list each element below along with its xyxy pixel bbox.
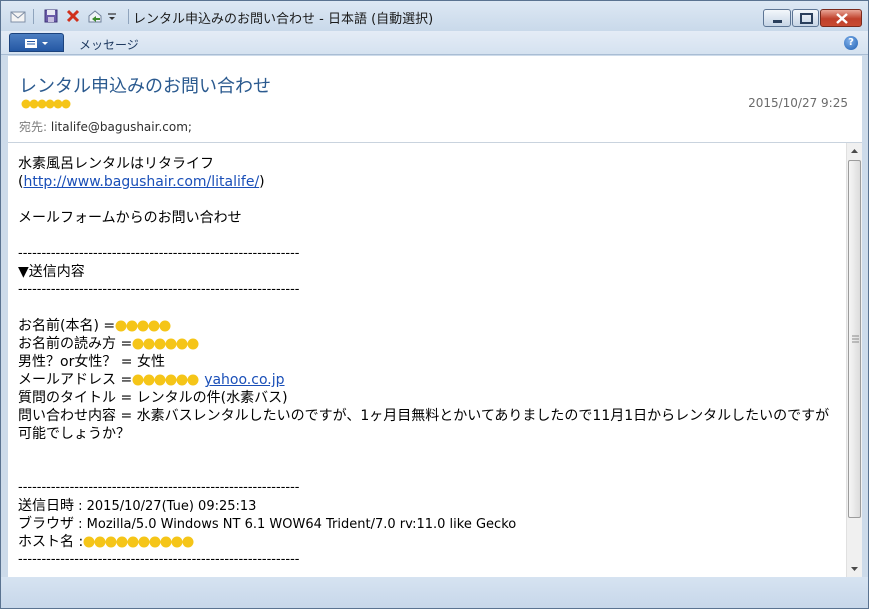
ribbon-bar: メッセージ ?: [1, 31, 868, 55]
separator-line: ----------------------------------------…: [18, 552, 300, 567]
sent-value: : 2015/10/27(Tue) 09:25:13: [74, 499, 257, 514]
title-bar: レンタル申込みのお問い合わせ - 日本語 (自動選択): [1, 1, 868, 31]
to-address[interactable]: litalife@bagushair.com;: [51, 120, 192, 134]
close-icon: [836, 13, 848, 24]
scroll-thumb[interactable]: [848, 160, 861, 518]
browser-label: ブラウザ: [18, 516, 74, 532]
maximize-button[interactable]: [792, 9, 819, 27]
toolbar-separator: [33, 9, 34, 24]
sent-line: 送信日時 : 2015/10/27(Tue) 09:25:13: [18, 497, 838, 515]
vertical-scrollbar[interactable]: [846, 143, 862, 577]
status-bar: [1, 577, 868, 608]
separator-line: ----------------------------------------…: [18, 246, 300, 261]
shop-name: 水素風呂レンタルはリタライフ: [18, 156, 214, 172]
paren-close: ): [259, 174, 265, 190]
email-link[interactable]: yahoo.co.jp: [204, 372, 284, 388]
menu-icon: [25, 39, 48, 48]
host-line: ホスト名 :: [18, 533, 838, 551]
scroll-up-arrow-icon[interactable]: [847, 143, 862, 159]
minimize-icon: [773, 20, 782, 23]
email-mosaic: [132, 374, 199, 386]
section-title: ▼送信内容: [18, 264, 85, 280]
message-header: レンタル申込みのお問い合わせ 2015/10/27 9:25 宛先: lital…: [8, 56, 862, 142]
to-label: 宛先:: [19, 120, 48, 134]
email-label: メールアドレス =: [18, 372, 133, 388]
message-body[interactable]: 水素風呂レンタルはリタライフ (http://www.bagushair.com…: [8, 143, 846, 577]
save-icon[interactable]: [43, 8, 59, 24]
browser-line: ブラウザ : Mozilla/5.0 Windows NT 6.1 WOW64 …: [18, 515, 838, 533]
mail-window: レンタル申込みのお問い合わせ - 日本語 (自動選択) メッセージ ? レンタル…: [0, 0, 869, 609]
message-subject: レンタル申込みのお問い合わせ: [19, 76, 271, 97]
email-line: メールアドレス = yahoo.co.jp: [18, 371, 838, 389]
reading-label: お名前の読み方 =: [18, 336, 133, 352]
reply-icon[interactable]: [87, 8, 103, 24]
close-button[interactable]: [820, 9, 862, 27]
browser-value: : Mozilla/5.0 Windows NT 6.1 WOW64 Tride…: [74, 517, 517, 532]
scroll-down-arrow-icon[interactable]: [847, 561, 862, 577]
subject-line: 質問のタイトル = レンタルの件(水素バス): [18, 390, 288, 406]
help-icon[interactable]: ?: [844, 36, 858, 50]
minimize-button[interactable]: [763, 9, 791, 27]
grip-icon: [852, 335, 859, 343]
dropdown-icon[interactable]: [107, 8, 117, 24]
host-mosaic: [83, 536, 194, 548]
name-line: お名前(本名) =: [18, 317, 838, 335]
delete-icon[interactable]: [65, 8, 81, 24]
shop-url-link[interactable]: http://www.bagushair.com/litalife/: [23, 174, 259, 190]
separator-line: ----------------------------------------…: [18, 480, 300, 495]
name-mosaic: [115, 320, 171, 332]
message-date: 2015/10/27 9:25: [748, 96, 848, 110]
tab-message[interactable]: メッセージ: [79, 36, 139, 53]
form-intro: メールフォームからのお問い合わせ: [18, 210, 242, 226]
maximize-icon: [800, 13, 813, 24]
title-separator: [128, 9, 129, 24]
sent-label: 送信日時: [18, 498, 74, 514]
mail-icon[interactable]: [10, 8, 26, 24]
reading-mosaic: [132, 338, 199, 350]
app-menu-button[interactable]: [9, 33, 64, 52]
message-content: 水素風呂レンタルはリタライフ (http://www.bagushair.com…: [18, 155, 838, 569]
reading-line: お名前の読み方 =: [18, 335, 838, 353]
separator-line: ----------------------------------------…: [18, 282, 300, 297]
inquiry-line: 問い合わせ内容 = 水素バスレンタルしたいのですが、1ヶ月目無料とかいてありまし…: [18, 408, 830, 442]
sender-name-mosaic: [21, 99, 71, 109]
to-row: 宛先: litalife@bagushair.com;: [19, 118, 192, 135]
shop-url-line: (http://www.bagushair.com/litalife/): [18, 173, 838, 191]
host-label: ホスト名 :: [18, 534, 84, 550]
name-label: お名前(本名) =: [18, 318, 116, 334]
gender-line: 男性？or女性？ = 女性: [18, 354, 165, 370]
window-title: レンタル申込みのお問い合わせ - 日本語 (自動選択): [133, 12, 434, 27]
